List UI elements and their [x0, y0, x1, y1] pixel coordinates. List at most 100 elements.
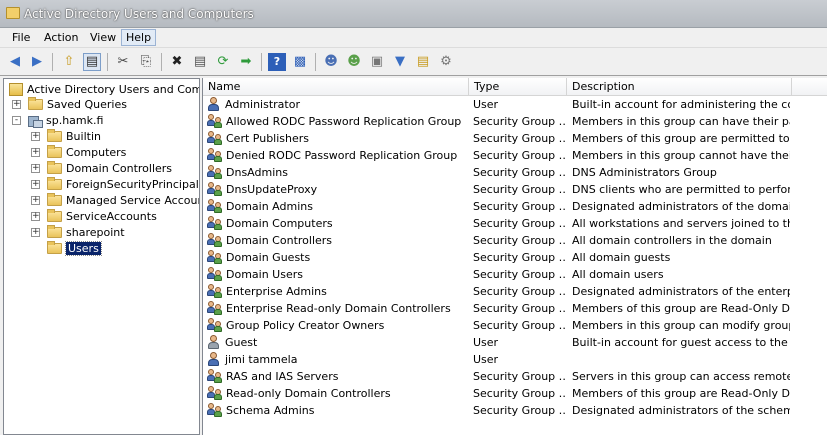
cell-description: Members in this group can have their pas… [572, 115, 790, 128]
expand-icon[interactable]: + [31, 164, 40, 173]
toolbar-separator [52, 53, 53, 71]
folder-icon [47, 208, 62, 222]
expand-icon[interactable]: + [31, 132, 40, 141]
cell-name: Read-only Domain Controllers [207, 385, 469, 402]
list-header: Name Type Description [203, 78, 827, 96]
tree-item-domain[interactable]: sp.hamk.fi [28, 112, 103, 128]
forward-icon[interactable]: ▶ [28, 53, 46, 71]
menu-help[interactable]: Help [121, 29, 157, 46]
add-to-group-icon[interactable]: ▤ [414, 53, 432, 71]
list-item[interactable]: Enterprise Admins Security Group … Designa… [203, 283, 827, 300]
list-item[interactable]: Group Policy Creator Owners Security Grou… [203, 317, 827, 334]
column-header-name[interactable]: Name [203, 78, 469, 96]
list-item[interactable]: Read-only Domain Controllers Security Gro… [203, 385, 827, 402]
item-name: Guest [225, 336, 258, 349]
item-name: Allowed RODC Password Replication Group [226, 115, 462, 128]
tree-item-foreign-security-principals[interactable]: ForeignSecurityPrincipals [47, 176, 199, 192]
tree-item-sharepoint[interactable]: sharepoint [47, 224, 125, 240]
back-icon[interactable]: ◀ [6, 53, 24, 71]
show-tree-icon[interactable]: ▤ [83, 53, 101, 71]
expand-icon[interactable]: + [31, 228, 40, 237]
cell-type: Security Group … [473, 251, 565, 264]
new-group-icon[interactable]: ☻ [345, 53, 363, 71]
expand-icon[interactable]: + [31, 212, 40, 221]
list-item[interactable]: Denied RODC Password Replication Group Se… [203, 147, 827, 164]
expand-icon[interactable]: + [12, 100, 21, 109]
refresh-icon[interactable]: ⟳ [214, 53, 232, 71]
item-name: Enterprise Read-only Domain Controllers [226, 302, 451, 315]
cell-type: User [473, 98, 499, 111]
cell-description: Members in this group can modify group p… [572, 319, 790, 332]
cell-description [572, 351, 790, 368]
new-ou-icon[interactable]: ▣ [368, 53, 386, 71]
help-icon[interactable]: ? [268, 53, 286, 71]
cell-type: Security Group … [473, 217, 565, 230]
column-header-type[interactable]: Type [469, 78, 567, 96]
group-icon [207, 267, 223, 282]
list-item[interactable]: DnsUpdateProxy Security Group … DNS client… [203, 181, 827, 198]
tree-item-saved-queries[interactable]: Saved Queries [28, 96, 127, 112]
list-item[interactable]: Domain Guests Security Group … All domain … [203, 249, 827, 266]
group-icon [207, 250, 223, 265]
menu-action[interactable]: Action [42, 31, 80, 44]
show-pane-icon[interactable]: ▩ [291, 53, 309, 71]
cut-icon[interactable]: ✂ [114, 53, 132, 71]
expand-icon[interactable]: + [31, 180, 40, 189]
cell-name: Allowed RODC Password Replication Group [207, 113, 469, 130]
title-bar: Active Directory Users and Computers [0, 0, 827, 28]
cell-name: jimi tammela [207, 351, 469, 368]
list-item[interactable]: RAS and IAS Servers Security Group … Serve… [203, 368, 827, 385]
new-user-icon[interactable]: ☻ [322, 53, 340, 71]
cell-description: Members of this group are permitted to p… [572, 132, 790, 145]
list-item[interactable]: Domain Controllers Security Group … All do… [203, 232, 827, 249]
cell-description: All domain controllers in the domain [572, 234, 772, 247]
delete-icon[interactable]: ✖ [168, 53, 186, 71]
tree-root[interactable]: Active Directory Users and Comput [9, 81, 199, 97]
column-header-description[interactable]: Description [567, 78, 792, 96]
tree-item-domain-controllers[interactable]: Domain Controllers [47, 160, 172, 176]
list-item[interactable]: Domain Admins Security Group … Designated … [203, 198, 827, 215]
list-item[interactable]: Domain Computers Security Group … All work… [203, 215, 827, 232]
tree-item-managed-service-accounts[interactable]: Managed Service Accounts [47, 192, 199, 208]
filter-icon[interactable]: ▼ [391, 53, 409, 71]
list-item[interactable]: Guest User Built-in account for guest acce… [203, 334, 827, 351]
toolbar-separator [107, 53, 108, 71]
cell-name: Domain Admins [207, 198, 469, 215]
up-folder-icon[interactable]: ⇧ [60, 53, 78, 71]
list-item[interactable]: Administrator User Built-in account for ad… [203, 96, 827, 113]
export-icon[interactable]: ➡ [237, 53, 255, 71]
tree-item-builtin[interactable]: Builtin [47, 128, 101, 144]
delegate-icon[interactable]: ⚙ [437, 53, 455, 71]
cell-type: Security Group … [473, 387, 565, 400]
copy-icon[interactable]: ⎘ [137, 53, 155, 71]
expand-icon[interactable]: + [31, 196, 40, 205]
tree-item-users[interactable]: Users [47, 240, 102, 256]
item-name: Domain Guests [226, 251, 311, 264]
list-item[interactable]: Schema Admins Security Group … Designated … [203, 402, 827, 419]
details-list[interactable]: Name Type Description Administrator User B… [202, 78, 827, 435]
collapse-icon[interactable]: - [12, 116, 21, 125]
cell-description: Members in this group cannot have their … [572, 149, 790, 162]
list-item[interactable]: Enterprise Read-only Domain Controllers S… [203, 300, 827, 317]
console-tree[interactable]: Active Directory Users and Comput + Save… [3, 78, 200, 435]
properties-icon[interactable]: ▤ [191, 53, 209, 71]
list-item[interactable]: DnsAdmins Security Group … DNS Administrat… [203, 164, 827, 181]
group-icon [207, 216, 223, 231]
expand-icon[interactable]: + [31, 148, 40, 157]
tree-item-computers[interactable]: Computers [47, 144, 126, 160]
tree-item-service-accounts[interactable]: ServiceAccounts [47, 208, 157, 224]
menu-view[interactable]: View [88, 31, 118, 44]
cell-description: Designated administrators of the schema [572, 404, 790, 417]
cell-type: Security Group … [473, 268, 565, 281]
list-item[interactable]: Allowed RODC Password Replication Group S… [203, 113, 827, 130]
list-item[interactable]: Cert Publishers Security Group … Members o… [203, 130, 827, 147]
folder-icon [47, 176, 62, 190]
cell-name: Denied RODC Password Replication Group [207, 147, 469, 164]
cell-description: Servers in this group can access remote … [572, 370, 790, 383]
cell-name: RAS and IAS Servers [207, 368, 469, 385]
menu-file[interactable]: File [10, 31, 32, 44]
item-name: Group Policy Creator Owners [226, 319, 385, 332]
item-name: Domain Computers [226, 217, 333, 230]
list-item[interactable]: Domain Users Security Group … All domain u… [203, 266, 827, 283]
list-item[interactable]: jimi tammela User [203, 351, 827, 368]
